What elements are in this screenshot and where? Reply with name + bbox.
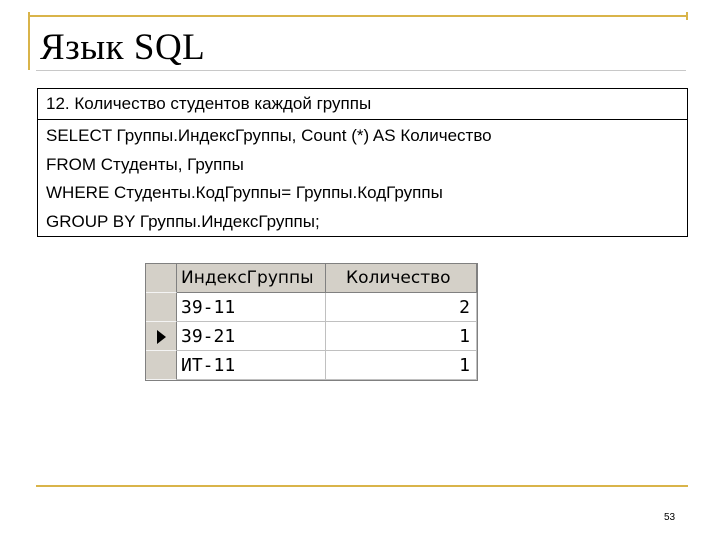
sql-line-select: SELECT Группы.ИндексГруппы, Count (*) AS… (46, 126, 492, 145)
row-selector[interactable] (146, 322, 177, 351)
sql-line-where: WHERE Студенты.КодГруппы= Группы.КодГруп… (46, 183, 443, 202)
page-number: 53 (664, 512, 676, 523)
row-selector[interactable] (146, 351, 177, 380)
column-header-group-index[interactable]: ИндексГруппы (177, 264, 326, 293)
query-caption: 12. Количество студентов каждой группы (38, 89, 687, 120)
sql-line-group-by: GROUP BY Группы.ИндексГруппы; (46, 211, 320, 231)
row-selector[interactable] (146, 293, 177, 322)
accent-top-line-end (686, 12, 688, 20)
grid-header-row: ИндексГруппы Количество (146, 264, 477, 293)
sql-code: SELECT Группы.ИндексГруппы, Count (*) AS… (38, 120, 687, 236)
select-all-corner[interactable] (146, 264, 177, 293)
cell-count[interactable]: 1 (326, 351, 477, 380)
current-record-arrow-icon (157, 330, 166, 344)
column-header-count[interactable]: Количество (326, 264, 477, 293)
title-underline (36, 70, 686, 71)
cell-group-index[interactable]: 39-21 (177, 322, 326, 351)
table-row[interactable]: ИТ-11 1 (146, 351, 477, 380)
accent-bottom-line (36, 485, 688, 487)
cell-count[interactable]: 1 (326, 322, 477, 351)
sql-query-box: 12. Количество студентов каждой группы S… (37, 88, 688, 237)
cell-count[interactable]: 2 (326, 293, 477, 322)
sql-line-from: FROM Студенты, Группы (46, 154, 244, 174)
table-row[interactable]: 39-11 2 (146, 293, 477, 322)
accent-top-line (28, 15, 686, 17)
table-row[interactable]: 39-21 1 (146, 322, 477, 351)
cell-group-index[interactable]: 39-11 (177, 293, 326, 322)
slide-title: Язык SQL (40, 27, 206, 68)
accent-vertical-line (28, 12, 30, 70)
cell-group-index[interactable]: ИТ-11 (177, 351, 326, 380)
query-result-grid: ИндексГруппы Количество 39-11 2 39-21 1 … (145, 263, 478, 381)
